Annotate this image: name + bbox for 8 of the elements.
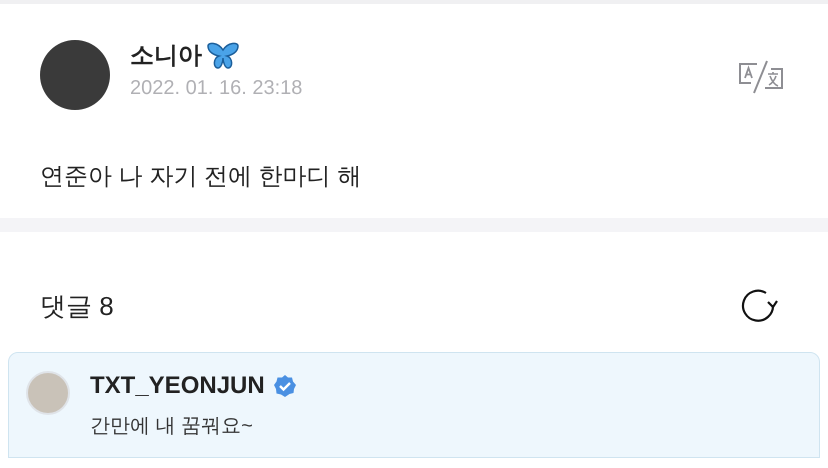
comment-text: 간만에 내 꿈꿔요~ bbox=[90, 414, 254, 439]
author-name: 소니아 bbox=[130, 41, 202, 71]
translate-icon[interactable] bbox=[737, 59, 785, 95]
comments-count: 댓글 8 bbox=[40, 290, 114, 323]
post-text: 연준아 나 자기 전에 한마디 해 bbox=[39, 162, 362, 192]
butterfly-icon bbox=[206, 42, 240, 70]
commenter-name: TXT_YEONJUN bbox=[90, 371, 265, 401]
post-date: 2022. 01. 16. 23:18 bbox=[130, 76, 302, 101]
